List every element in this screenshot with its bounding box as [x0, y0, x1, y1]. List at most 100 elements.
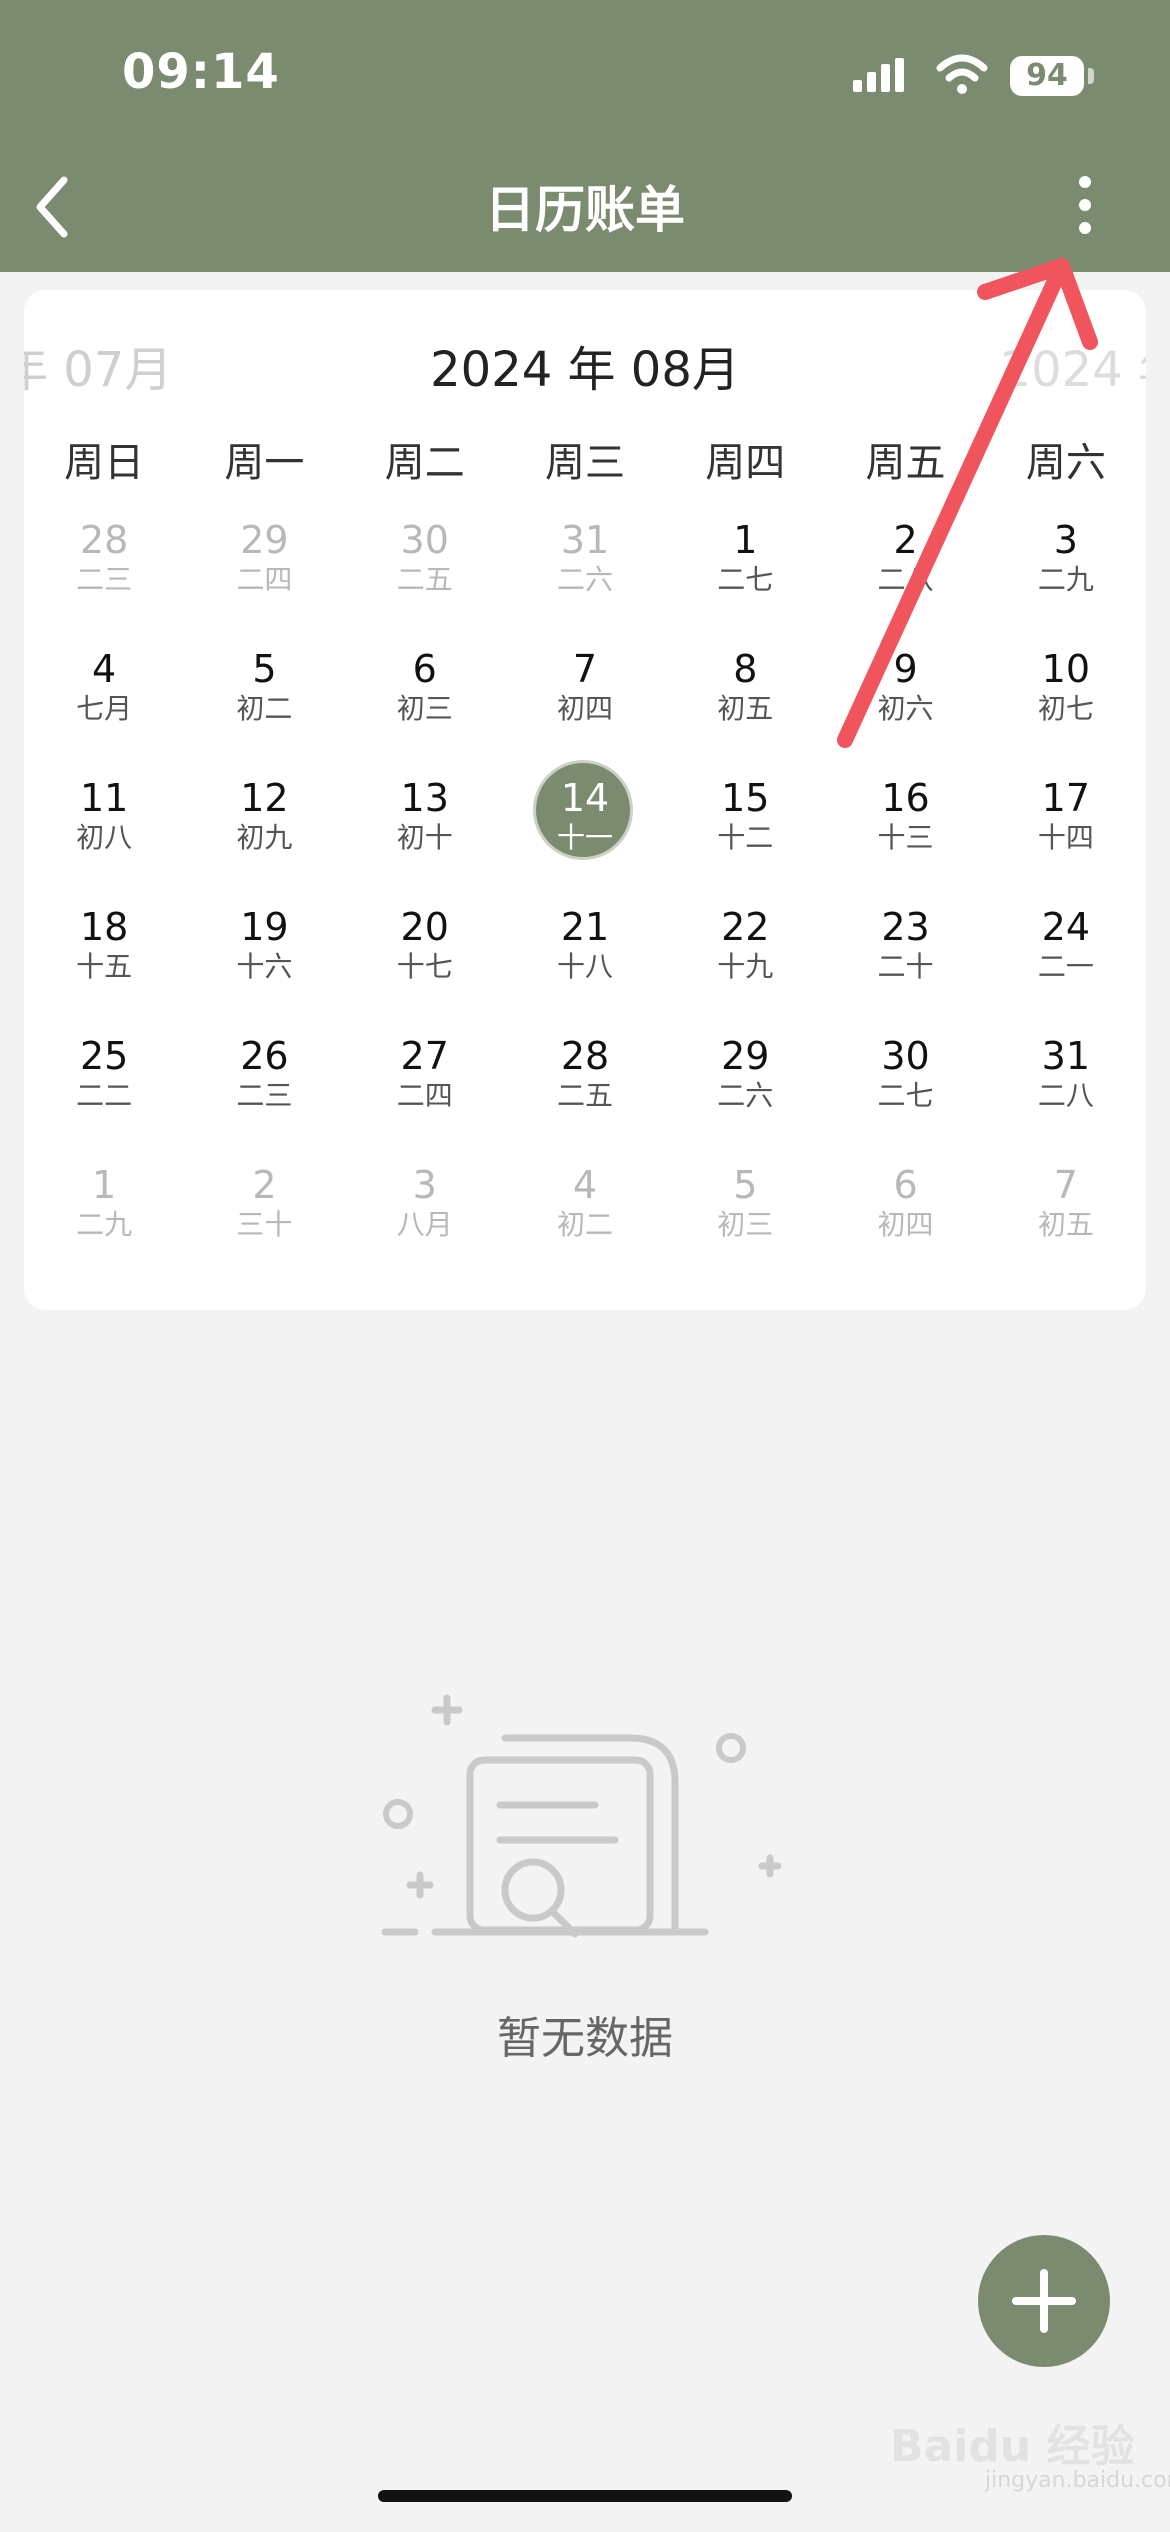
day-number: 28 [560, 1034, 610, 1078]
day-number: 24 [1041, 905, 1091, 949]
home-indicator [378, 2490, 792, 2502]
calendar-day[interactable]: 2 三十 [184, 1160, 344, 1289]
calendar-card: 年 07月 2024 年 08月 2024 年 周日 周一 周二 周三 周四 周… [24, 290, 1146, 1310]
lunar-date: 初八 [76, 821, 133, 854]
calendar-day[interactable]: 28 二五 [505, 1031, 665, 1160]
day-number: 3 [1053, 518, 1078, 562]
next-month-label[interactable]: 2024 年 [1001, 330, 1146, 400]
lunar-date: 二一 [1037, 950, 1094, 983]
day-number: 4 [572, 1163, 598, 1207]
calendar-day[interactable]: 16 十三 [825, 773, 985, 902]
lunar-date: 十八 [556, 950, 613, 983]
calendar-day[interactable]: 10 初七 [986, 644, 1146, 773]
calendar-day[interactable]: 6 初四 [825, 1160, 985, 1289]
calendar-day[interactable]: 13 初十 [345, 773, 505, 902]
day-number: 19 [240, 905, 289, 949]
calendar-day[interactable]: 9 初六 [825, 644, 985, 773]
lunar-date: 初三 [396, 692, 453, 725]
day-number: 12 [240, 776, 289, 820]
current-month-label: 2024 年 08月 [430, 342, 740, 398]
lunar-date: 初四 [877, 1208, 934, 1241]
calendar-day[interactable]: 30 二五 [345, 515, 505, 644]
day-number: 1 [733, 518, 758, 562]
calendar-day[interactable]: 28 二三 [24, 515, 184, 644]
day-number: 29 [721, 1034, 770, 1078]
calendar-day[interactable]: 8 初五 [665, 644, 825, 773]
battery-indicator: 94 [1010, 56, 1084, 96]
day-number: 10 [1041, 647, 1091, 691]
wifi-icon [936, 54, 988, 94]
lunar-date: 二四 [236, 563, 293, 596]
calendar-day[interactable]: 18 十五 [24, 902, 184, 1031]
calendar-day[interactable]: 20 十七 [345, 902, 505, 1031]
lunar-date: 初二 [556, 1208, 613, 1241]
day-number: 6 [893, 1163, 918, 1207]
calendar-day[interactable]: 31 二六 [505, 515, 665, 644]
calendar-day[interactable]: 31 二八 [986, 1031, 1146, 1160]
calendar-day[interactable]: 7 初四 [505, 644, 665, 773]
status-time: 09:14 [122, 44, 280, 100]
lunar-date: 二三 [76, 563, 133, 596]
lunar-date: 十一 [556, 821, 613, 854]
app-header: 09:14 94 日历账单 [0, 0, 1170, 272]
calendar-day[interactable]: 19 十六 [184, 902, 344, 1031]
calendar-day[interactable]: 5 初三 [665, 1160, 825, 1289]
calendar-day[interactable]: 1 二七 [665, 515, 825, 644]
day-number: 18 [79, 905, 129, 949]
calendar-day[interactable]: 4 初二 [505, 1160, 665, 1289]
day-number: 31 [560, 518, 610, 562]
more-options-icon[interactable] [1050, 170, 1120, 240]
day-number: 4 [92, 647, 117, 691]
watermark-brand: Baidu 经验 [890, 2421, 1135, 2472]
calendar-day[interactable]: 15 十二 [665, 773, 825, 902]
calendar-day[interactable]: 27 二四 [345, 1031, 505, 1160]
watermark-url: jingyan.baidu.com [985, 2468, 1170, 2493]
calendar-day[interactable]: 4 七月 [24, 644, 184, 773]
lunar-date: 二八 [877, 563, 934, 596]
day-number: 25 [79, 1034, 129, 1078]
calendar-day[interactable]: 30 二七 [825, 1031, 985, 1160]
calendar-day[interactable]: 22 十九 [665, 902, 825, 1031]
day-number: 5 [252, 647, 277, 691]
day-number: 13 [400, 776, 449, 820]
calendar-day[interactable]: 25 二二 [24, 1031, 184, 1160]
weekday-label: 周二 [384, 440, 465, 486]
lunar-date: 二三 [236, 1079, 293, 1112]
calendar-day[interactable]: 21 十八 [505, 902, 665, 1031]
lunar-date: 二六 [556, 563, 613, 596]
calendar-day[interactable]: 23 二十 [825, 902, 985, 1031]
calendar-day[interactable]: 3 二九 [986, 515, 1146, 644]
lunar-date: 初五 [717, 692, 774, 725]
page-title: 日历账单 [485, 181, 685, 239]
lunar-date: 十五 [76, 950, 133, 983]
calendar-day-selected[interactable]: 14 十一 [505, 760, 665, 902]
lunar-date: 二九 [76, 1208, 133, 1241]
calendar-day[interactable]: 29 二四 [184, 515, 344, 644]
calendar-day[interactable]: 12 初九 [184, 773, 344, 902]
calendar-day[interactable]: 17 十四 [986, 773, 1146, 902]
battery-tip [1088, 68, 1094, 84]
cellular-signal-icon [853, 58, 904, 92]
calendar-day[interactable]: 5 初二 [184, 644, 344, 773]
day-number: 1 [92, 1163, 117, 1207]
lunar-date: 十六 [236, 950, 293, 983]
day-number: 28 [79, 518, 129, 562]
calendar-day[interactable]: 1 二九 [24, 1160, 184, 1289]
calendar-day[interactable]: 29 二六 [665, 1031, 825, 1160]
add-record-button[interactable] [978, 2235, 1110, 2367]
weekday-label: 周四 [705, 440, 786, 486]
day-number: 8 [733, 647, 758, 691]
calendar-day[interactable]: 2 二八 [825, 515, 985, 644]
calendar-day[interactable]: 6 初三 [345, 644, 505, 773]
lunar-date: 初十 [396, 821, 453, 854]
day-number: 30 [881, 1034, 930, 1078]
lunar-date: 二四 [396, 1079, 453, 1112]
lunar-date: 三十 [236, 1208, 293, 1241]
calendar-day[interactable]: 26 二三 [184, 1031, 344, 1160]
month-switcher[interactable]: 年 07月 2024 年 08月 2024 年 [24, 330, 1146, 410]
calendar-day[interactable]: 3 八月 [345, 1160, 505, 1289]
calendar-day[interactable]: 24 二一 [986, 902, 1146, 1031]
lunar-date: 二十 [877, 950, 934, 983]
calendar-day[interactable]: 11 初八 [24, 773, 184, 902]
calendar-day[interactable]: 7 初五 [986, 1160, 1146, 1289]
